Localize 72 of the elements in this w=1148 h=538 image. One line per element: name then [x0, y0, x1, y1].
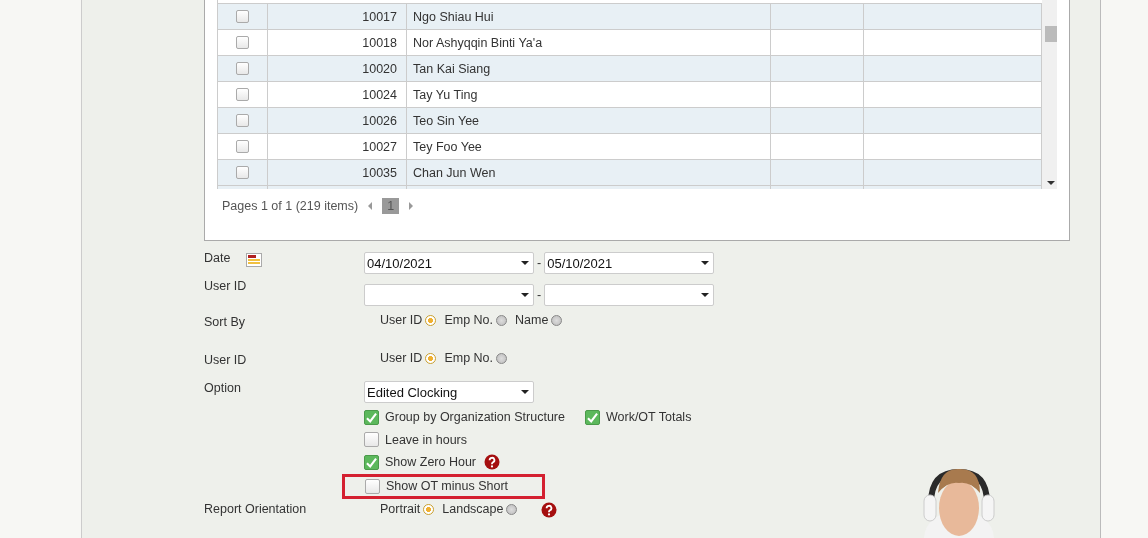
date-dropdown[interactable]: 04/10/2021 [364, 252, 534, 274]
field-label: Report Orientation [204, 502, 307, 516]
checkbox-label: Group by Organization Structure [385, 410, 565, 425]
radio-label: Emp No. [444, 351, 493, 365]
radio-button[interactable] [551, 314, 563, 326]
calendar-icon[interactable] [246, 253, 263, 267]
checkbox-label: Work/OT Totals [605, 410, 692, 425]
radio-button[interactable] [496, 352, 507, 364]
radio-label: Landscape [442, 502, 504, 516]
row-checkbox[interactable] [236, 88, 249, 101]
table-cell: Tan Kai Siang [413, 61, 491, 76]
row-checkbox[interactable] [236, 36, 249, 49]
help-icon[interactable] [484, 454, 500, 471]
scrollbar-thumb[interactable] [1045, 26, 1057, 42]
radio-label: Name [515, 313, 549, 327]
date-dropdown[interactable]: 05/10/2021 [544, 252, 715, 274]
table-cell: 10027 [362, 139, 397, 154]
field-label: Option [204, 381, 241, 395]
field-label: User ID [204, 279, 247, 293]
pager-summary: Pages 1 of 1 (219 items) [222, 199, 359, 213]
caret-icon [701, 293, 710, 297]
checkbox[interactable] [365, 478, 380, 494]
table-cell: Tay Yu Ting [413, 87, 478, 102]
table-cell: 10026 [362, 113, 397, 128]
row-checkbox[interactable] [236, 10, 249, 23]
checkbox[interactable] [364, 454, 379, 470]
radio-button[interactable] [506, 503, 518, 515]
next-page-icon[interactable] [409, 202, 414, 210]
radio-button[interactable] [496, 314, 507, 326]
radio-button[interactable] [425, 352, 437, 364]
table-cell: Teo Sin Yee [413, 113, 480, 128]
row-checkbox[interactable] [236, 114, 249, 127]
previous-page-icon[interactable] [368, 202, 373, 210]
radio-label: User ID [380, 313, 423, 327]
radio-label: Emp No. [444, 313, 493, 327]
range-separator: - [537, 256, 542, 270]
table-cell: Chan Jun Wen [413, 165, 496, 180]
radio-button[interactable] [425, 314, 437, 326]
row-checkbox[interactable] [236, 166, 249, 179]
option-dropdown[interactable]: Edited Clocking [364, 381, 534, 403]
table-cell: 10020 [362, 61, 397, 76]
help-icon[interactable] [541, 502, 558, 518]
checkbox[interactable] [364, 432, 379, 448]
scroll-down-icon[interactable] [1047, 181, 1055, 185]
checkbox-label: Show Zero Hour [385, 455, 476, 470]
field-label: User ID [204, 353, 247, 367]
caret-icon [521, 390, 529, 394]
field-label: Sort By [204, 315, 245, 329]
range-separator: - [537, 288, 542, 302]
user-id-dropdown[interactable] [544, 284, 715, 306]
table-cell: 10024 [362, 87, 397, 102]
scrollbar[interactable] [1042, 0, 1057, 189]
checkbox-label: Show OT minus Short [386, 479, 509, 494]
checkbox[interactable] [584, 409, 600, 425]
table-cell: 10035 [362, 165, 397, 180]
caret-icon [521, 293, 529, 297]
caret-icon [521, 261, 529, 265]
user-id-dropdown[interactable] [364, 284, 534, 306]
radio-button[interactable] [423, 503, 435, 515]
field-label: Date [204, 251, 231, 265]
radio-label: Portrait [380, 502, 421, 516]
radio-label: User ID [380, 351, 423, 365]
caret-icon [701, 261, 710, 265]
checkbox[interactable] [364, 409, 379, 425]
table-cell: 10018 [362, 35, 397, 50]
table-cell: Ngo Shiau Hui [413, 9, 494, 24]
table-cell: 10017 [362, 9, 397, 24]
table-cell: Tey Foo Yee [413, 139, 482, 154]
row-checkbox[interactable] [236, 62, 249, 75]
table-cell: Nor Ashyqqin Binti Ya'a [413, 35, 543, 50]
row-checkbox[interactable] [236, 140, 249, 153]
checkbox-label: Leave in hours [385, 432, 467, 447]
